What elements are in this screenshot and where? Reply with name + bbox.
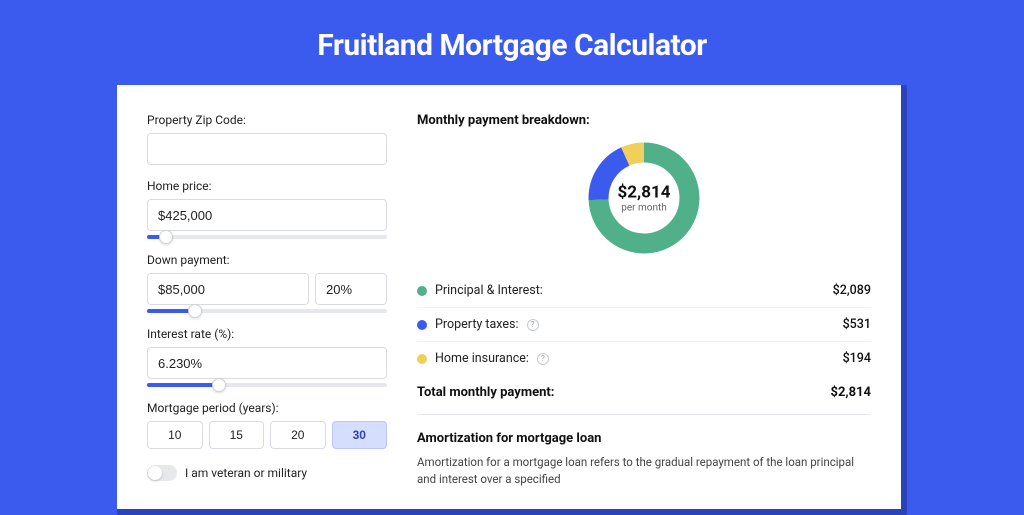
donut-wrap: $2,814 per month [417, 138, 871, 258]
donut-chart: $2,814 per month [584, 138, 704, 258]
amortization-title: Amortization for mortgage loan [417, 431, 871, 446]
period-buttons: 10152030 [147, 421, 387, 449]
breakdown-item: Property taxes:? $531 [417, 308, 871, 342]
price-slider[interactable] [147, 235, 387, 239]
rate-slider[interactable] [147, 383, 387, 387]
rate-field: Interest rate (%): [147, 327, 387, 387]
breakdown-item-label: Principal & Interest: [435, 283, 543, 298]
period-button-30[interactable]: 30 [332, 421, 388, 449]
breakdown-item-value: $194 [843, 351, 871, 366]
breakdown-item: Principal & Interest: $2,089 [417, 274, 871, 308]
breakdown-title: Monthly payment breakdown: [417, 113, 871, 128]
breakdown-item: Home insurance:? $194 [417, 342, 871, 375]
card-shadow: Property Zip Code: Home price: Down paym… [117, 85, 907, 515]
breakdown-item-value: $531 [843, 317, 871, 332]
zip-label: Property Zip Code: [147, 113, 387, 127]
amortization-body: Amortization for a mortgage loan refers … [417, 454, 871, 489]
info-icon[interactable]: ? [537, 353, 549, 365]
period-button-10[interactable]: 10 [147, 421, 203, 449]
legend-dot [417, 354, 427, 364]
donut-sub: per month [618, 203, 671, 214]
total-row: Total monthly payment: $2,814 [417, 375, 871, 415]
down-slider-thumb[interactable] [188, 304, 202, 318]
period-button-15[interactable]: 15 [209, 421, 265, 449]
veteran-toggle[interactable] [147, 465, 177, 481]
veteran-row: I am veteran or military [147, 465, 387, 481]
calculator-card: Property Zip Code: Home price: Down paym… [117, 85, 901, 509]
down-slider[interactable] [147, 309, 387, 313]
rate-label: Interest rate (%): [147, 327, 387, 341]
zip-input[interactable] [147, 133, 387, 165]
period-field: Mortgage period (years): 10152030 [147, 401, 387, 449]
rate-slider-fill [147, 383, 219, 387]
down-amount-input[interactable] [147, 273, 309, 305]
price-slider-thumb[interactable] [159, 230, 173, 244]
veteran-toggle-knob [148, 466, 162, 480]
breakdown-item-label: Property taxes: [435, 317, 519, 332]
price-field: Home price: [147, 179, 387, 239]
donut-amount: $2,814 [618, 183, 671, 203]
rate-slider-thumb[interactable] [212, 378, 226, 392]
down-label: Down payment: [147, 253, 387, 267]
down-field: Down payment: [147, 253, 387, 313]
veteran-label: I am veteran or military [185, 466, 307, 480]
legend-dot [417, 286, 427, 296]
period-label: Mortgage period (years): [147, 401, 387, 415]
total-value: $2,814 [831, 385, 872, 400]
period-button-20[interactable]: 20 [270, 421, 326, 449]
zip-field: Property Zip Code: [147, 113, 387, 165]
down-percent-input[interactable] [315, 273, 387, 305]
donut-center: $2,814 per month [618, 183, 671, 214]
breakdown-item-label: Home insurance: [435, 351, 529, 366]
total-label: Total monthly payment: [417, 385, 554, 400]
page-title: Fruitland Mortgage Calculator [0, 0, 1024, 85]
breakdown-list: Principal & Interest: $2,089 Property taxe… [417, 274, 871, 375]
breakdown-column: Monthly payment breakdown: $2,814 per mo… [417, 113, 871, 489]
price-input[interactable] [147, 199, 387, 231]
form-column: Property Zip Code: Home price: Down paym… [147, 113, 387, 489]
info-icon[interactable]: ? [527, 319, 539, 331]
rate-input[interactable] [147, 347, 387, 379]
legend-dot [417, 320, 427, 330]
price-label: Home price: [147, 179, 387, 193]
breakdown-item-value: $2,089 [833, 283, 871, 298]
